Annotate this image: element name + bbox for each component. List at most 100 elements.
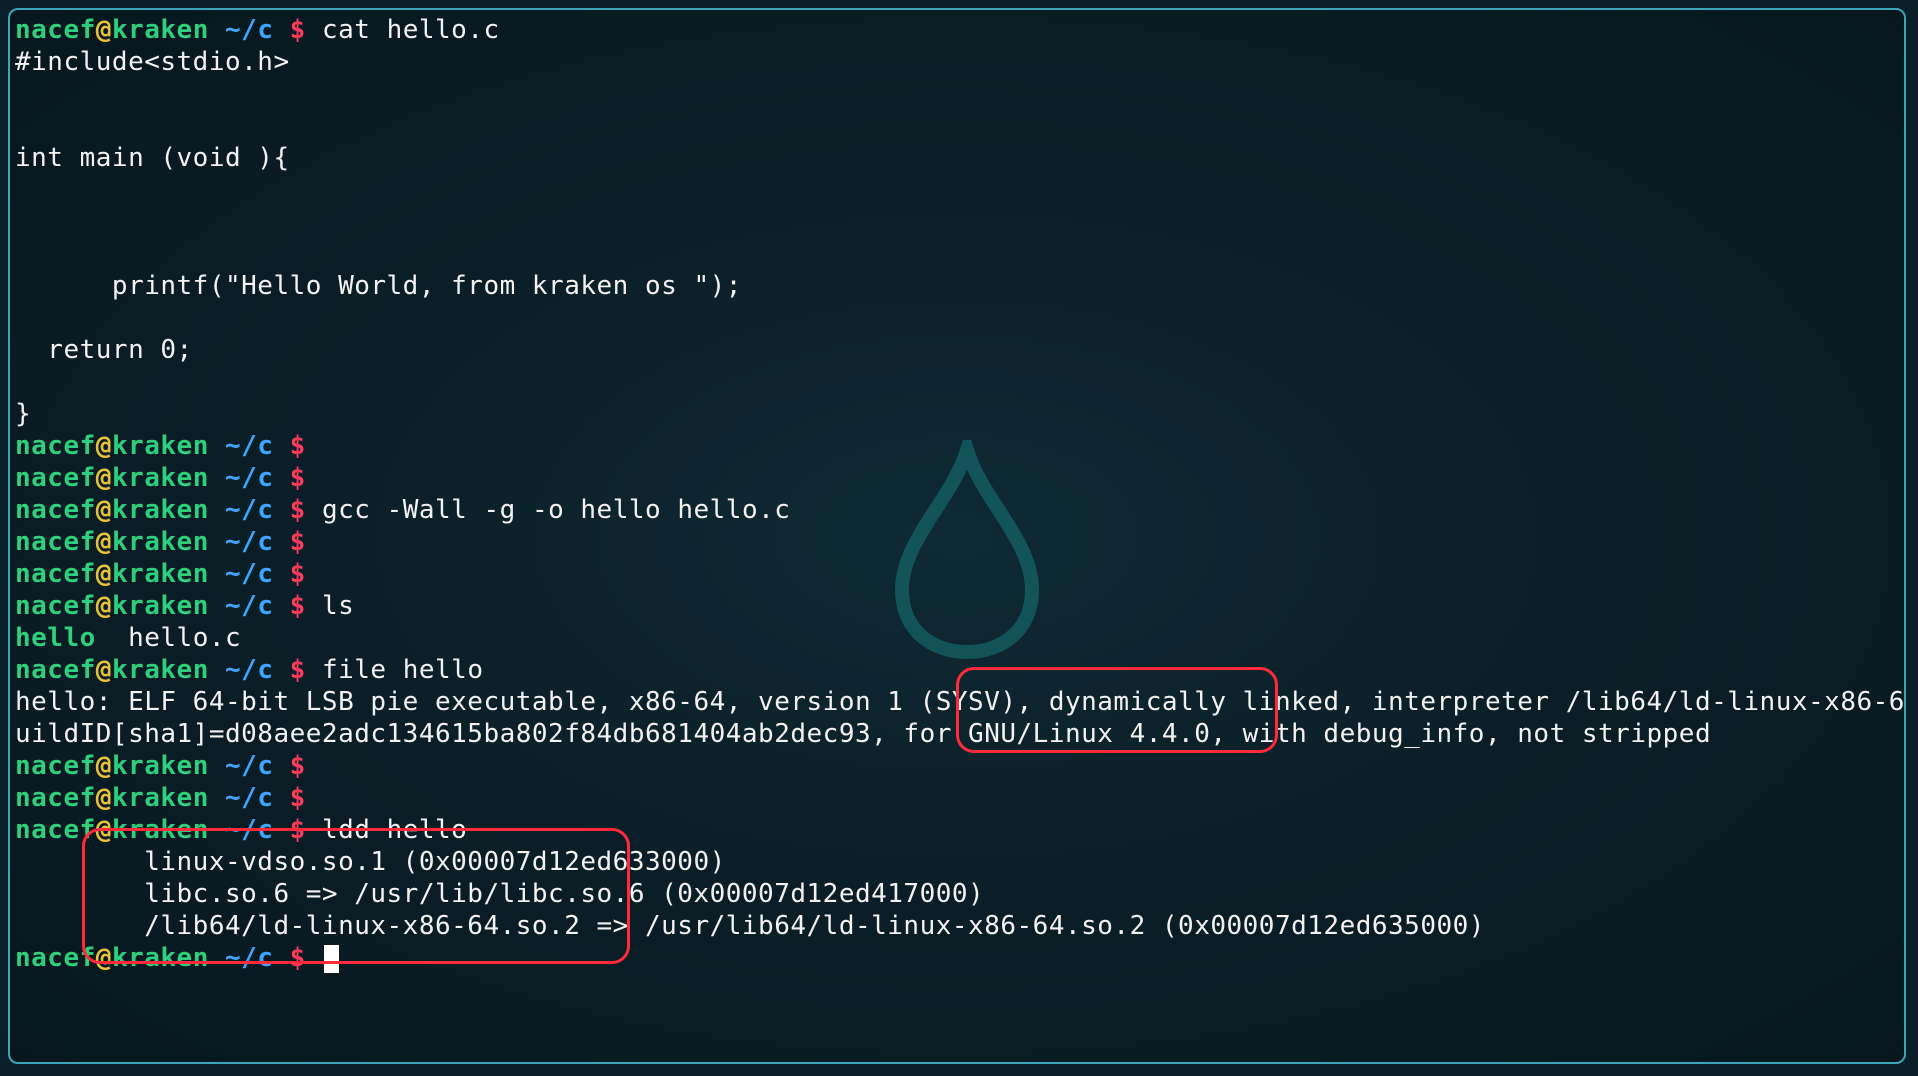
- prompt-symbol: $: [289, 943, 306, 973]
- prompt-symbol: $: [289, 783, 306, 813]
- prompt-host: kraken: [111, 431, 209, 461]
- prompt-user: nacef: [15, 751, 96, 781]
- prompt-line: nacef@kraken ~/c $: [15, 782, 1904, 814]
- prompt-at: @: [95, 943, 112, 973]
- command-text: ldd hello: [321, 815, 468, 845]
- output-line: linux-vdso.so.1 (0x00007d12ed633000): [15, 846, 1904, 878]
- output-text: /lib64/ld-linux-x86-64.so.2 => /usr/lib6…: [15, 911, 1485, 941]
- prompt-symbol: $: [289, 591, 306, 621]
- ls-output-line: hello hello.c: [15, 622, 1904, 654]
- prompt-symbol: $: [289, 431, 306, 461]
- command-text: file hello: [321, 655, 484, 685]
- output-line: return 0;: [15, 334, 1904, 366]
- prompt-host: kraken: [111, 591, 209, 621]
- output-text: printf("Hello World, from kraken os ");: [15, 271, 742, 301]
- prompt-symbol: $: [289, 559, 306, 589]
- terminal-cursor: [323, 944, 339, 973]
- output-text: libc.so.6 => /usr/lib/libc.so.6 (0x00007…: [15, 879, 985, 909]
- prompt-host: kraken: [111, 751, 209, 781]
- prompt-user: nacef: [15, 943, 96, 973]
- prompt-line: nacef@kraken ~/c $ file hello: [15, 654, 1904, 686]
- prompt-host: kraken: [111, 815, 209, 845]
- prompt-dir: ~/c: [225, 527, 274, 557]
- prompt-line: nacef@kraken ~/c $ ldd hello: [15, 814, 1904, 846]
- prompt-dir: ~/c: [225, 463, 274, 493]
- output-text: }: [15, 399, 32, 429]
- output-line: printf("Hello World, from kraken os ");: [15, 270, 1904, 302]
- prompt-dir: ~/c: [225, 655, 274, 685]
- prompt-host: kraken: [111, 943, 209, 973]
- prompt-symbol: $: [289, 463, 306, 493]
- prompt-host: kraken: [111, 495, 209, 525]
- prompt-user: nacef: [15, 655, 96, 685]
- prompt-at: @: [95, 559, 112, 589]
- prompt-dir: ~/c: [225, 559, 274, 589]
- output-line: libc.so.6 => /usr/lib/libc.so.6 (0x00007…: [15, 878, 1904, 910]
- prompt-host: kraken: [111, 463, 209, 493]
- prompt-host: kraken: [111, 559, 209, 589]
- prompt-symbol: $: [289, 751, 306, 781]
- output-line: hello: ELF 64-bit LSB pie executable, x8…: [15, 686, 1904, 718]
- prompt-dir: ~/c: [225, 783, 274, 813]
- prompt-symbol: $: [289, 815, 306, 845]
- prompt-user: nacef: [15, 783, 96, 813]
- output-line: /lib64/ld-linux-x86-64.so.2 => /usr/lib6…: [15, 910, 1904, 942]
- prompt-dir: ~/c: [225, 431, 274, 461]
- terminal-output[interactable]: nacef@kraken ~/c $ cat hello.c #include<s…: [15, 14, 1904, 1062]
- prompt-at: @: [95, 15, 112, 45]
- prompt-user: nacef: [15, 591, 96, 621]
- prompt-user: nacef: [15, 559, 96, 589]
- prompt-host: kraken: [111, 783, 209, 813]
- prompt-line: nacef@kraken ~/c $ gcc -Wall -g -o hello…: [15, 494, 1904, 526]
- prompt-dir: ~/c: [225, 495, 274, 525]
- prompt-line: nacef@kraken ~/c $: [15, 430, 1904, 462]
- prompt-at: @: [95, 751, 112, 781]
- output-text: linux-vdso.so.1 (0x00007d12ed633000): [15, 847, 726, 877]
- terminal-window[interactable]: nacef@kraken ~/c $ cat hello.c #include<s…: [8, 8, 1906, 1064]
- prompt-at: @: [95, 527, 112, 557]
- prompt-host: kraken: [111, 15, 209, 45]
- output-line: uildID[sha1]=d08aee2adc134615ba802f84db6…: [15, 718, 1904, 750]
- prompt-user: nacef: [15, 815, 96, 845]
- prompt-symbol: $: [289, 15, 306, 45]
- output-line: #include<stdio.h>: [15, 46, 1904, 78]
- prompt-at: @: [95, 783, 112, 813]
- output-text: #include<stdio.h>: [15, 47, 290, 77]
- prompt-dir: ~/c: [225, 15, 274, 45]
- prompt-dir: ~/c: [225, 751, 274, 781]
- prompt-user: nacef: [15, 495, 96, 525]
- prompt-dir: ~/c: [225, 943, 274, 973]
- prompt-line: nacef@kraken ~/c $: [15, 942, 1904, 974]
- prompt-symbol: $: [289, 527, 306, 557]
- prompt-user: nacef: [15, 431, 96, 461]
- prompt-at: @: [95, 591, 112, 621]
- prompt-at: @: [95, 463, 112, 493]
- prompt-user: nacef: [15, 463, 96, 493]
- prompt-at: @: [95, 495, 112, 525]
- prompt-line: nacef@kraken ~/c $ cat hello.c: [15, 14, 1904, 46]
- prompt-line: nacef@kraken ~/c $ ls: [15, 590, 1904, 622]
- prompt-at: @: [95, 815, 112, 845]
- output-text: hello: ELF 64-bit LSB pie executable, x8…: [15, 687, 1906, 717]
- prompt-symbol: $: [289, 655, 306, 685]
- prompt-line: nacef@kraken ~/c $: [15, 750, 1904, 782]
- command-text: ls: [321, 591, 355, 621]
- output-line: }: [15, 398, 1904, 430]
- prompt-host: kraken: [111, 527, 209, 557]
- prompt-line: nacef@kraken ~/c $: [15, 462, 1904, 494]
- file-name: hello.c: [95, 623, 242, 653]
- executable-file: hello: [15, 623, 96, 653]
- command-text: gcc -Wall -g -o hello hello.c: [321, 495, 791, 525]
- output-text: uildID[sha1]=d08aee2adc134615ba802f84db6…: [15, 719, 1712, 749]
- prompt-user: nacef: [15, 15, 96, 45]
- output-text: int main (void ){: [15, 143, 290, 173]
- prompt-at: @: [95, 655, 112, 685]
- output-text: return 0;: [15, 335, 193, 365]
